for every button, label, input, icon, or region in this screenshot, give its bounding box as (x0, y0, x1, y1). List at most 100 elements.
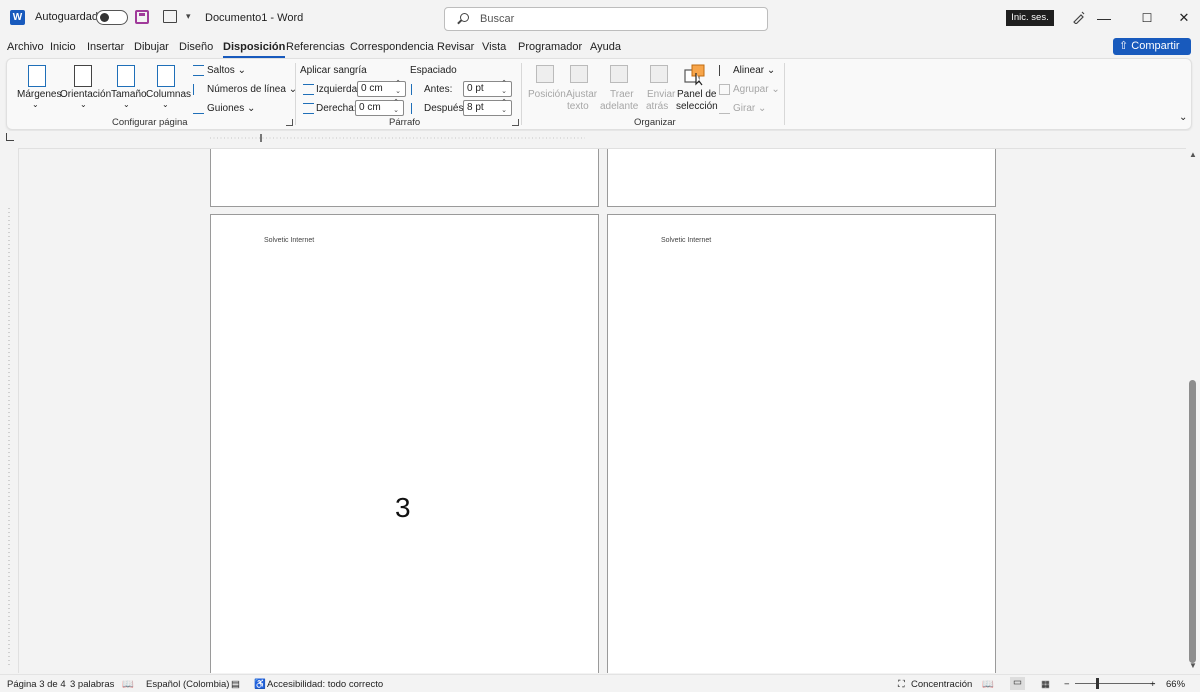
paragraph-launcher-icon[interactable] (512, 119, 519, 126)
rotate-button[interactable]: Girar ⌄ (733, 103, 766, 114)
wrap-text-button[interactable]: Ajustar (566, 89, 597, 100)
collapse-ribbon-chevron-icon[interactable]: ⌄ (1179, 112, 1187, 123)
ribbon-separator (295, 63, 296, 125)
tab-archivo[interactable]: Archivo (7, 41, 44, 53)
customize-toolbar-chevron-icon[interactable]: ▾ (186, 11, 191, 22)
tab-referencias[interactable]: Referencias (286, 41, 345, 53)
orientation-chevron-icon[interactable]: ⌄ (80, 100, 87, 109)
page-2-left[interactable] (210, 149, 599, 207)
orientation-button[interactable]: Orientación (60, 89, 111, 100)
page-setup-launcher-icon[interactable] (286, 119, 293, 126)
spacing-before-icon (411, 84, 422, 95)
indent-right-input[interactable]: 0 cm (355, 98, 404, 116)
page-header-text[interactable]: Solvetic Internet (661, 237, 711, 244)
size-chevron-icon[interactable]: ⌄ (123, 100, 130, 109)
ribbon-tabs: Archivo Inicio Insertar Dibujar Diseño D… (0, 37, 1200, 58)
send-backward-button[interactable]: Enviar (647, 89, 675, 100)
minimize-button[interactable]: — (1094, 8, 1114, 28)
zoom-in-button[interactable]: + (1150, 679, 1156, 690)
page-header-text[interactable]: Solvetic Internet (264, 237, 314, 244)
bring-forward-icon (610, 65, 628, 83)
zoom-slider[interactable] (1075, 683, 1155, 684)
orientation-icon (74, 65, 92, 87)
scrollbar-thumb[interactable] (1189, 380, 1196, 663)
margins-button[interactable]: Márgenes (17, 89, 61, 100)
rotate-icon (719, 103, 730, 114)
spacing-after-input[interactable]: 8 pt (463, 98, 512, 116)
sign-in-button[interactable]: Inic. ses. (1006, 10, 1054, 26)
ribbon-separator (784, 63, 785, 125)
share-button[interactable]: ⇧ Compartir (1113, 38, 1191, 55)
autosave-toggle[interactable] (96, 10, 128, 25)
tab-selector-icon[interactable] (6, 133, 14, 141)
selection-pane-icon (684, 64, 705, 86)
line-numbers-icon (193, 84, 204, 95)
focus-mode-button[interactable]: Concentración (911, 679, 972, 690)
tab-ayuda[interactable]: Ayuda (590, 41, 621, 53)
indent-left-input[interactable]: 0 cm (357, 79, 406, 97)
tab-disposicion[interactable]: Disposición (223, 41, 286, 58)
page-number-text[interactable]: 3 (395, 492, 411, 524)
columns-button[interactable]: Columnas (146, 89, 191, 100)
selection-pane-button[interactable]: Panel de (677, 89, 716, 100)
status-bar: Página 3 de 4 3 palabras 📖 Español (Colo… (0, 674, 1200, 692)
maximize-button[interactable]: ☐ (1137, 8, 1157, 28)
bring-forward-button[interactable]: Traer (610, 89, 634, 100)
size-button[interactable]: Tamaño (111, 89, 147, 100)
tab-revisar[interactable]: Revisar (437, 41, 474, 53)
tab-inicio[interactable]: Inicio (50, 41, 76, 53)
arrange-group-label: Organizar (634, 117, 676, 128)
print-layout-icon[interactable]: ▭ (1010, 677, 1025, 690)
position-button[interactable]: Posición (528, 89, 566, 100)
word-logo-icon: W (10, 10, 25, 25)
vertical-scrollbar[interactable]: ▲ ▼ (1186, 148, 1200, 673)
tab-dibujar[interactable]: Dibujar (134, 41, 169, 53)
scroll-up-icon[interactable]: ▲ (1189, 150, 1197, 159)
page-4[interactable]: Solvetic Internet (607, 214, 996, 673)
designer-pen-icon[interactable] (1072, 10, 1086, 24)
spacing-after-icon (411, 103, 422, 114)
page-count-status[interactable]: Página 3 de 4 (7, 679, 66, 690)
language-status[interactable]: Español (Colombia) (146, 679, 229, 690)
zoom-level[interactable]: 66% (1166, 679, 1185, 690)
web-layout-icon[interactable]: ▦ (1041, 679, 1050, 690)
zoom-slider-thumb[interactable] (1096, 678, 1099, 689)
word-count-status[interactable]: 3 palabras (70, 679, 114, 690)
share-icon: ⇧ (1119, 40, 1132, 52)
group-button[interactable]: Agrupar ⌄ (733, 84, 780, 95)
search-input[interactable]: Buscar (444, 7, 768, 31)
tab-programador[interactable]: Programador (518, 41, 582, 53)
tab-insertar[interactable]: Insertar (87, 41, 124, 53)
size-icon (117, 65, 135, 87)
tab-diseno[interactable]: Diseño (179, 41, 213, 53)
margins-chevron-icon[interactable]: ⌄ (32, 100, 39, 109)
accessibility-status[interactable]: Accesibilidad: todo correcto (267, 679, 383, 690)
spacing-before-input[interactable]: 0 pt (463, 79, 512, 97)
page-setup-group-label: Configurar página (112, 117, 188, 128)
group-icon (719, 84, 730, 95)
hyphenation-label: Guiones (207, 103, 245, 114)
zoom-out-button[interactable]: − (1064, 679, 1070, 690)
close-button[interactable]: ✕ (1174, 8, 1194, 28)
indent-heading: Aplicar sangría (300, 65, 367, 76)
search-placeholder: Buscar (480, 13, 515, 25)
proofing-icon[interactable]: 📖 (122, 679, 134, 690)
margins-icon (28, 65, 46, 87)
columns-chevron-icon[interactable]: ⌄ (162, 100, 169, 109)
page-3[interactable]: Solvetic Internet 3 (210, 214, 599, 673)
line-numbers-button[interactable]: Números de línea ⌄ (207, 84, 297, 95)
page-2-right[interactable] (607, 149, 996, 207)
text-predictions-icon[interactable]: ▤ (231, 679, 240, 690)
scroll-down-icon[interactable]: ▼ (1189, 661, 1197, 670)
present-icon[interactable] (163, 10, 177, 23)
align-button[interactable]: Alinear ⌄ (733, 65, 775, 76)
document-canvas[interactable]: Solvetic Internet 3 Solvetic Internet (18, 148, 1186, 673)
horizontal-ruler[interactable] (0, 131, 1200, 148)
vertical-ruler[interactable] (0, 148, 18, 673)
save-icon[interactable] (135, 10, 149, 24)
tab-vista[interactable]: Vista (482, 41, 506, 53)
breaks-button[interactable]: Saltos ⌄ (207, 65, 246, 76)
read-mode-icon[interactable]: 📖 (982, 679, 994, 690)
hyphenation-button[interactable]: Guiones ⌄ (207, 103, 255, 114)
tab-correspondencia[interactable]: Correspondencia (350, 41, 434, 53)
